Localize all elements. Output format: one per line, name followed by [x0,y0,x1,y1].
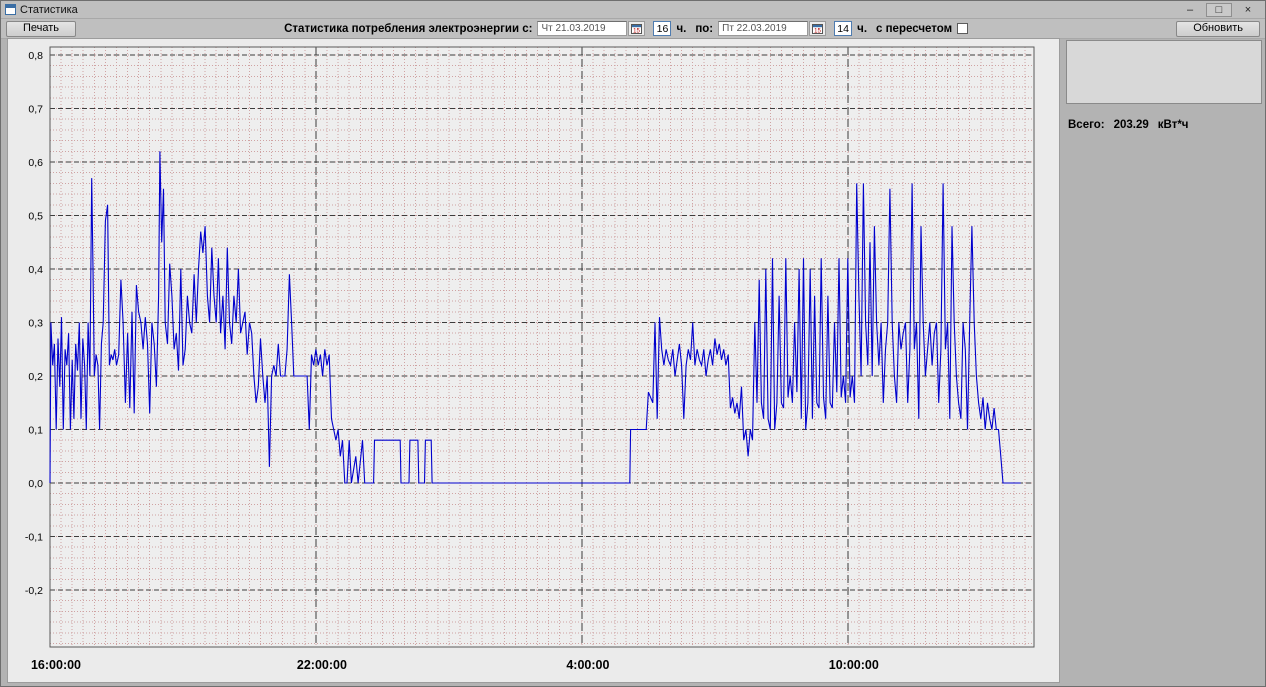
calendar-icon: 15 [812,23,823,34]
date-to-input[interactable] [718,21,808,36]
window-title: Статистика [20,4,78,16]
date-from-calendar-button[interactable]: 15 [628,21,645,36]
hour-to-input[interactable] [834,21,852,36]
svg-text:0,3: 0,3 [28,318,43,330]
total-unit: кВт*ч [1158,119,1189,131]
app-icon [5,4,16,15]
svg-text:15: 15 [634,28,641,34]
svg-text:0,2: 0,2 [28,371,43,383]
refresh-button[interactable]: Обновить [1176,21,1260,37]
legend-box [1066,40,1262,104]
consumption-chart: 0,8 0,7 0,6 0,5 0,4 0,3 0,2 0,1 0,0 -0,1 -0,2 16:00… [8,39,1059,682]
recalc-label: с пересчетом [876,23,952,35]
hours-label-to: ч. [857,23,867,35]
titlebar: Статистика – □ × [1,1,1265,19]
svg-text:0,7: 0,7 [28,104,43,116]
to-label: по: [695,23,713,35]
svg-text:-0,1: -0,1 [25,532,43,544]
svg-text:0,1: 0,1 [28,425,43,437]
svg-text:22:00:00: 22:00:00 [297,658,347,672]
svg-text:0,4: 0,4 [28,264,43,276]
svg-text:15: 15 [814,28,821,34]
svg-text:0,5: 0,5 [28,211,43,223]
minimize-button[interactable]: – [1177,3,1203,17]
hours-label-from: ч. [676,23,686,35]
toolbar: Печать Статистика потребления электроэне… [1,19,1265,39]
chart-panel: 0,8 0,7 0,6 0,5 0,4 0,3 0,2 0,1 0,0 -0,1 -0,2 16:00… [7,38,1060,683]
period-controls: Статистика потребления электроэнергии с:… [284,21,968,36]
date-from-input[interactable] [537,21,627,36]
recalc-checkbox[interactable] [957,23,968,34]
right-sidebar: Всего: 203.29 кВт*ч [1066,40,1262,131]
svg-text:0,0: 0,0 [28,478,43,490]
svg-text:16:00:00: 16:00:00 [31,658,81,672]
svg-text:10:00:00: 10:00:00 [829,658,879,672]
total-line: Всего: 203.29 кВт*ч [1066,119,1262,131]
date-to-calendar-button[interactable]: 15 [809,21,826,36]
svg-text:0,6: 0,6 [28,157,43,169]
maximize-button[interactable]: □ [1206,3,1232,17]
svg-text:0,8: 0,8 [28,50,43,62]
svg-text:4:00:00: 4:00:00 [566,658,609,672]
total-label: Всего: [1068,119,1105,131]
calendar-icon: 15 [631,23,642,34]
close-button[interactable]: × [1235,3,1261,17]
svg-text:-0,2: -0,2 [25,585,43,597]
total-value: 203.29 [1114,119,1149,131]
print-button[interactable]: Печать [6,21,76,37]
window-controls: – □ × [1177,3,1261,17]
header-label: Статистика потребления электроэнергии с: [284,23,532,35]
app-window: Статистика – □ × Печать Статистика потре… [0,0,1266,687]
hour-from-input[interactable] [653,21,671,36]
